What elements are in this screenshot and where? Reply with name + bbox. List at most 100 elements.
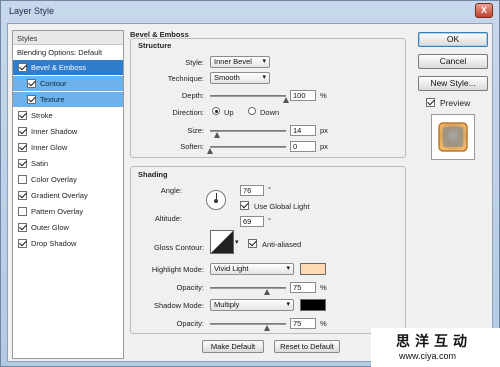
style-item-checkbox[interactable] [18, 63, 27, 72]
direction-up-radio[interactable] [212, 107, 220, 115]
ok-button[interactable]: OK [418, 32, 488, 47]
style-item-checkbox[interactable] [18, 143, 27, 152]
style-dropdown[interactable]: Inner Bevel ▾ [210, 56, 270, 68]
style-item[interactable]: Bevel & Emboss [13, 59, 123, 75]
bevel-emboss-panel: Bevel & Emboss Structure Style: Inner Be… [130, 30, 408, 359]
highlight-opacity-label: Opacity: [176, 283, 204, 292]
style-item-label: Bevel & Emboss [31, 63, 87, 72]
angle-wheel[interactable] [206, 190, 226, 210]
depth-slider[interactable] [210, 95, 286, 97]
shadow-opacity-input[interactable]: 75 [290, 318, 316, 329]
chevron-down-icon[interactable]: ▾ [235, 238, 239, 246]
shadow-opacity-label: Opacity: [176, 319, 204, 328]
shadow-opacity-slider[interactable] [210, 323, 286, 325]
watermark: 思洋互动 www.ciya.com [371, 328, 500, 367]
technique-label: Technique: [167, 74, 204, 83]
close-button[interactable]: X [475, 3, 493, 18]
soften-input[interactable]: 0 [290, 141, 316, 152]
style-item-checkbox[interactable] [18, 111, 27, 120]
angle-label: Angle: [160, 186, 182, 195]
angle-input[interactable]: 76 [240, 185, 264, 196]
altitude-input[interactable]: 69 [240, 216, 264, 227]
new-style-button[interactable]: New Style... [418, 76, 488, 91]
direction-up-label: Up [224, 108, 234, 117]
style-item-label: Color Overlay [31, 175, 77, 184]
style-item-checkbox[interactable] [18, 175, 27, 184]
soften-slider-thumb[interactable] [207, 148, 213, 154]
chevron-down-icon: ▾ [262, 74, 266, 81]
shadow-opacity-thumb[interactable] [264, 325, 270, 331]
style-item[interactable]: Color Overlay [13, 171, 123, 187]
highlight-color-swatch[interactable] [300, 263, 326, 275]
highlight-opacity-slider[interactable] [210, 287, 286, 289]
highlight-mode-dropdown[interactable]: Vivid Light ▾ [210, 263, 294, 275]
highlight-opacity-thumb[interactable] [264, 289, 270, 295]
style-item-checkbox[interactable] [18, 191, 27, 200]
style-item[interactable]: Pattern Overlay [13, 203, 123, 219]
size-slider[interactable] [210, 130, 286, 132]
shadow-mode-label: Shadow Mode: [153, 301, 204, 310]
style-item[interactable]: Texture [13, 91, 123, 107]
style-item-checkbox[interactable] [18, 223, 27, 232]
style-item[interactable]: Drop Shadow [13, 235, 123, 251]
size-slider-thumb[interactable] [213, 132, 220, 138]
depth-input[interactable]: 100 [290, 90, 316, 101]
size-label: Size: [187, 126, 204, 135]
dialog-body: Styles Blending Options: Default Bevel &… [7, 23, 493, 362]
depth-label: Depth: [181, 91, 204, 100]
chevron-down-icon: ▾ [286, 265, 290, 272]
styles-list: Styles Blending Options: Default Bevel &… [12, 30, 124, 359]
style-item-label: Gradient Overlay [31, 191, 88, 200]
style-item-checkbox[interactable] [18, 239, 27, 248]
shadow-color-swatch[interactable] [300, 299, 326, 311]
size-input[interactable]: 14 [290, 125, 316, 136]
highlight-mode-label: Highlight Mode: [151, 265, 204, 274]
anti-aliased-label: Anti-aliased [262, 240, 302, 249]
style-item-label: Satin [31, 159, 49, 168]
shadow-opacity-unit: % [320, 319, 327, 328]
style-item-label: Stroke [31, 111, 53, 120]
style-item-label: Contour [40, 79, 67, 88]
style-item[interactable]: Gradient Overlay [13, 187, 123, 203]
style-value: Inner Bevel [214, 57, 252, 66]
direction-down-radio[interactable] [248, 107, 256, 115]
shading-title: Shading [138, 170, 168, 179]
technique-value: Smooth [214, 73, 240, 82]
style-item[interactable]: Inner Glow [13, 139, 123, 155]
depth-slider-thumb[interactable] [283, 97, 289, 103]
reset-to-default-button[interactable]: Reset to Default [274, 340, 340, 353]
preview-checkbox[interactable] [426, 98, 435, 107]
contour-curve-icon [211, 231, 233, 253]
style-item-checkbox[interactable] [27, 95, 36, 104]
angle-unit: ° [268, 185, 271, 194]
blending-options-item[interactable]: Blending Options: Default [13, 45, 123, 59]
use-global-light-label: Use Global Light [254, 202, 310, 211]
highlight-opacity-input[interactable]: 75 [290, 282, 316, 293]
direction-label: Direction: [172, 108, 204, 117]
style-item[interactable]: Stroke [13, 107, 123, 123]
style-item[interactable]: Satin [13, 155, 123, 171]
style-item-label: Outer Glow [31, 223, 69, 232]
make-default-button[interactable]: Make Default [202, 340, 264, 353]
technique-dropdown[interactable]: Smooth ▾ [210, 72, 270, 84]
style-item-checkbox[interactable] [27, 79, 36, 88]
style-item-checkbox[interactable] [18, 159, 27, 168]
shadow-mode-dropdown[interactable]: Multiply ▾ [210, 299, 294, 311]
gloss-contour-picker[interactable] [210, 230, 234, 254]
style-item-checkbox[interactable] [18, 127, 27, 136]
cancel-button[interactable]: Cancel [418, 54, 488, 69]
use-global-light-checkbox[interactable] [240, 201, 249, 210]
style-item[interactable]: Contour [13, 75, 123, 91]
chevron-down-icon: ▾ [262, 58, 266, 65]
style-item-label: Pattern Overlay [31, 207, 84, 216]
anti-aliased-checkbox[interactable] [248, 239, 257, 248]
gloss-contour-label: Gloss Contour: [153, 243, 204, 252]
style-item[interactable]: Inner Shadow [13, 123, 123, 139]
style-item-checkbox[interactable] [18, 207, 27, 216]
soften-slider[interactable] [210, 146, 286, 148]
styles-header: Styles [13, 31, 123, 45]
soften-unit: px [320, 142, 328, 151]
soften-label: Soften: [180, 142, 204, 151]
depth-unit: % [320, 91, 327, 100]
style-item[interactable]: Outer Glow [13, 219, 123, 235]
